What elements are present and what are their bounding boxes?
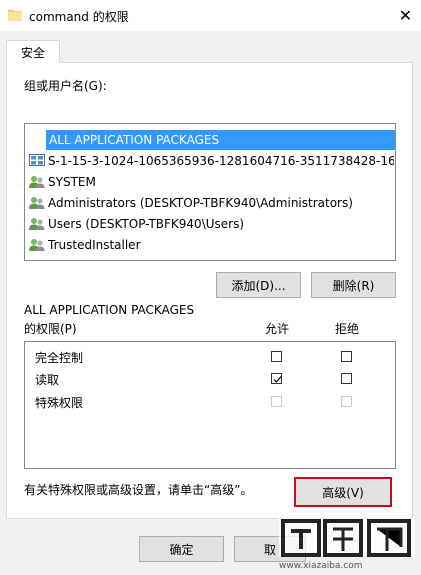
advanced-note: 有关特殊权限或高级设置，请单击“高级”。: [24, 483, 253, 497]
app-packages-icon: [29, 154, 45, 166]
allow-checkbox-read[interactable]: [271, 373, 282, 384]
list-item[interactable]: Administrators (DESKTOP-TBFK940\Administ…: [26, 193, 394, 213]
list-item-label: TrustedInstaller: [48, 238, 141, 252]
list-item[interactable]: SYSTEM: [26, 172, 394, 192]
deny-checkbox-special: [341, 396, 352, 407]
window-title: command 的权限: [29, 10, 129, 24]
list-item[interactable]: Users (DESKTOP-TBFK940\Users): [26, 214, 394, 234]
deny-column-header: 拒绝: [335, 322, 360, 336]
users-group-icon: [29, 197, 45, 209]
remove-button[interactable]: 删除(R): [311, 272, 396, 298]
users-group-icon: [29, 239, 45, 251]
list-item-label: Users (DESKTOP-TBFK940\Users): [48, 217, 245, 231]
permissions-heading-suffix: 的权限(P): [24, 322, 77, 336]
groups-listbox[interactable]: ALL APPLICATION PACKAGES S-1-15-3-1024-1…: [24, 123, 396, 261]
watermark-url: www.xiazaiba.com: [279, 561, 363, 571]
allow-column-header: 允许: [265, 322, 290, 336]
folder-icon: [8, 9, 22, 21]
close-button[interactable]: ✕: [390, 0, 421, 31]
security-tab-panel: 组或用户名(G): ALL APPLICATION PACKAGES S-1-1…: [6, 62, 413, 519]
dialog-client-area: 安全 组或用户名(G): ALL APPLICATION PACKAGES S-…: [0, 31, 421, 575]
permission-name: 特殊权限: [35, 396, 84, 410]
check-icon: [273, 376, 282, 383]
add-button[interactable]: 添加(D)...: [216, 272, 301, 298]
list-item-label: S-1-15-3-1024-1065365936-1281604716-3511…: [48, 154, 394, 168]
watermark-logo: www.xiazaiba.com: [277, 515, 417, 571]
list-item[interactable]: TrustedInstaller: [26, 235, 394, 255]
tab-security[interactable]: 安全: [6, 40, 60, 63]
users-group-icon: [29, 176, 45, 188]
list-item[interactable]: S-1-15-3-1024-1065365936-1281604716-3511…: [26, 151, 394, 171]
permissions-heading: ALL APPLICATION PACKAGES: [24, 303, 195, 317]
users-group-icon: [29, 218, 45, 230]
close-icon: ✕: [398, 6, 413, 25]
title-bar: command 的权限 ✕: [0, 0, 421, 32]
allow-checkbox-full-control[interactable]: [271, 351, 282, 362]
list-item-label: Administrators (DESKTOP-TBFK940\Administ…: [48, 196, 353, 210]
groups-label: 组或用户名(G):: [24, 79, 107, 93]
allow-checkbox-special: [271, 396, 282, 407]
list-item[interactable]: ALL APPLICATION PACKAGES: [46, 130, 395, 150]
ok-button[interactable]: 确定: [139, 536, 224, 562]
advanced-button[interactable]: 高级(V): [294, 477, 392, 507]
tab-label: 安全: [20, 45, 45, 60]
permissions-list: 完全控制 读取 特殊权限: [24, 341, 396, 469]
permission-name: 完全控制: [35, 351, 84, 365]
list-item-label: ALL APPLICATION PACKAGES: [49, 133, 220, 147]
list-item-label: SYSTEM: [48, 175, 96, 189]
deny-checkbox-read[interactable]: [341, 373, 352, 384]
permission-name: 读取: [35, 373, 60, 387]
deny-checkbox-full-control[interactable]: [341, 351, 352, 362]
